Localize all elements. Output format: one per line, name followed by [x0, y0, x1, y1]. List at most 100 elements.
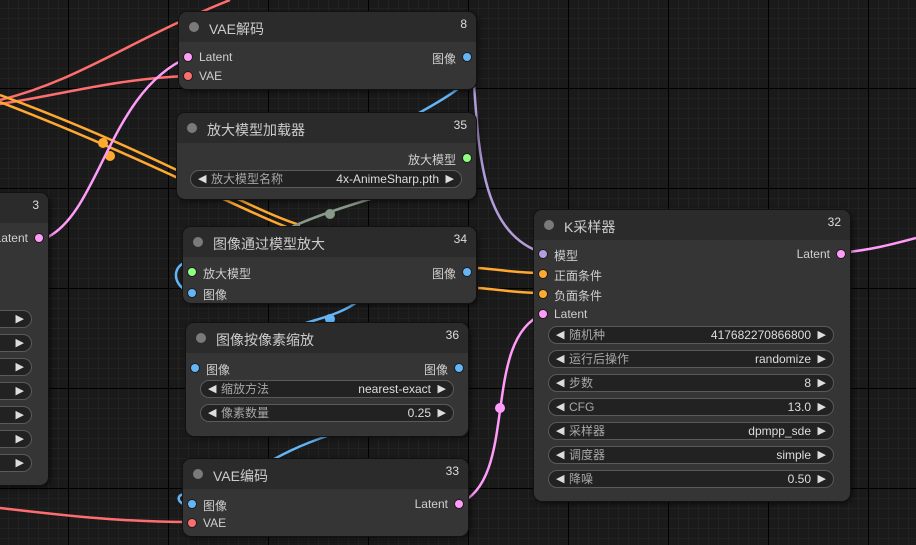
input-image[interactable]: 图像: [188, 286, 227, 303]
arrow-left-icon[interactable]: ◀: [556, 424, 564, 439]
widget-seed[interactable]: ◀ 随机种 417682270866800 ▶: [548, 326, 834, 344]
collapse-dot-icon[interactable]: [193, 237, 203, 247]
input-label: 正面条件: [554, 269, 603, 283]
input-latent[interactable]: Latent: [539, 307, 587, 321]
widget-stub-1[interactable]: ▶: [0, 310, 32, 328]
arrow-left-icon[interactable]: ◀: [556, 400, 564, 415]
collapse-dot-icon[interactable]: [189, 22, 199, 32]
output-latent[interactable]: Latent: [797, 247, 845, 261]
output-image[interactable]: 图像: [424, 361, 463, 378]
widget-steps[interactable]: ◀ 步数 8 ▶: [548, 374, 834, 392]
arrow-left-icon[interactable]: ◀: [198, 172, 206, 187]
widget-cfg[interactable]: ◀ CFG 13.0 ▶: [548, 398, 834, 416]
collapse-dot-icon[interactable]: [196, 333, 206, 343]
output-label: 图像: [423, 363, 448, 377]
arrow-right-icon[interactable]: ▶: [16, 384, 24, 399]
arrow-left-icon[interactable]: ◀: [556, 448, 564, 463]
input-image[interactable]: 图像: [191, 361, 230, 378]
arrow-left-icon[interactable]: ◀: [208, 382, 216, 397]
node-vae-decode[interactable]: VAE解码 8 Latent VAE 图像: [179, 12, 476, 89]
input-upscale-model[interactable]: 放大模型: [188, 265, 251, 282]
image-dot-icon[interactable]: [463, 268, 471, 276]
input-negative[interactable]: 负面条件: [539, 287, 602, 304]
arrow-left-icon[interactable]: ◀: [556, 376, 564, 391]
arrow-right-icon[interactable]: ▶: [16, 408, 24, 423]
arrow-right-icon[interactable]: ▶: [818, 424, 826, 439]
model-dot-icon[interactable]: [539, 250, 547, 258]
widget-stub-7[interactable]: ▶: [0, 454, 32, 472]
input-image[interactable]: 图像: [188, 497, 227, 514]
widget-label: 缩放方法: [221, 382, 270, 396]
widget-stub-2[interactable]: ▶: [0, 334, 32, 352]
input-positive[interactable]: 正面条件: [539, 267, 602, 284]
arrow-left-icon[interactable]: ◀: [556, 472, 564, 487]
widget-stub-3[interactable]: ▶: [0, 358, 32, 376]
output-latent[interactable]: Latent: [415, 497, 463, 511]
latent-dot-icon[interactable]: [455, 500, 463, 508]
output-label: Latent: [0, 231, 28, 245]
input-vae[interactable]: VAE: [188, 516, 226, 530]
link-upscale-model: [289, 194, 381, 230]
widget-stub-5[interactable]: ▶: [0, 406, 32, 424]
collapse-dot-icon[interactable]: [544, 220, 554, 230]
latent-dot-icon[interactable]: [184, 53, 192, 61]
partial-node-3[interactable]: 3 Latent ▶ ▶ ▶ ▶ ▶ ▶ ▶: [0, 193, 48, 485]
widget-scheduler[interactable]: ◀ 调度器 simple ▶: [548, 446, 834, 464]
upscale-model-dot-icon[interactable]: [188, 268, 196, 276]
arrow-right-icon[interactable]: ▶: [818, 448, 826, 463]
arrow-left-icon[interactable]: ◀: [556, 352, 564, 367]
input-latent[interactable]: Latent: [184, 50, 232, 64]
vae-dot-icon[interactable]: [184, 72, 192, 80]
widget-upscale-model-name[interactable]: ◀ 放大模型名称 4x-AnimeSharp.pth ▶: [190, 170, 462, 188]
arrow-right-icon[interactable]: ▶: [438, 406, 446, 421]
arrow-right-icon[interactable]: ▶: [438, 382, 446, 397]
node-upscale-model-loader[interactable]: 放大模型加载器 35 放大模型 ◀ 放大模型名称 4x-AnimeSharp.p…: [177, 113, 476, 199]
arrow-right-icon[interactable]: ▶: [16, 336, 24, 351]
arrow-right-icon[interactable]: ▶: [818, 328, 826, 343]
input-vae[interactable]: VAE: [184, 69, 222, 83]
widget-control-after-generate[interactable]: ◀ 运行后操作 randomize ▶: [548, 350, 834, 368]
image-dot-icon[interactable]: [188, 289, 196, 297]
arrow-right-icon[interactable]: ▶: [16, 432, 24, 447]
image-dot-icon[interactable]: [191, 364, 199, 372]
conditioning-dot-icon[interactable]: [539, 270, 547, 278]
latent-dot-icon[interactable]: [35, 234, 43, 242]
arrow-right-icon[interactable]: ▶: [818, 352, 826, 367]
output-image[interactable]: 图像: [432, 50, 471, 67]
arrow-right-icon[interactable]: ▶: [818, 472, 826, 487]
image-dot-icon[interactable]: [188, 500, 196, 508]
widget-scale-by[interactable]: ◀ 像素数量 0.25 ▶: [200, 404, 454, 422]
node-title: VAE编码: [213, 468, 268, 484]
widget-denoise[interactable]: ◀ 降噪 0.50 ▶: [548, 470, 834, 488]
vae-dot-icon[interactable]: [188, 519, 196, 527]
widget-sampler[interactable]: ◀ 采样器 dpmpp_sde ▶: [548, 422, 834, 440]
conditioning-dot-icon[interactable]: [539, 290, 547, 298]
image-dot-icon[interactable]: [455, 364, 463, 372]
output-upscale-model[interactable]: 放大模型: [408, 151, 471, 168]
arrow-right-icon[interactable]: ▶: [446, 172, 454, 187]
arrow-right-icon[interactable]: ▶: [16, 456, 24, 471]
input-model[interactable]: 模型: [539, 247, 578, 264]
node-image-upscale-with-model[interactable]: 图像通过模型放大 34 放大模型 图像 图像: [183, 227, 476, 303]
arrow-right-icon[interactable]: ▶: [818, 376, 826, 391]
collapse-dot-icon[interactable]: [187, 123, 197, 133]
upscale-model-dot-icon[interactable]: [463, 154, 471, 162]
collapse-dot-icon[interactable]: [193, 469, 203, 479]
node-title: 放大模型加载器: [207, 122, 305, 138]
output-latent[interactable]: Latent: [0, 231, 43, 245]
node-ksampler[interactable]: K采样器 32 模型 正面条件 负面条件 Latent Latent ◀ 随机种…: [534, 210, 850, 501]
widget-upscale-method[interactable]: ◀ 缩放方法 nearest-exact ▶: [200, 380, 454, 398]
widget-stub-6[interactable]: ▶: [0, 430, 32, 448]
node-vae-encode[interactable]: VAE编码 33 图像 VAE Latent: [183, 459, 468, 536]
latent-dot-icon[interactable]: [837, 250, 845, 258]
widget-stub-4[interactable]: ▶: [0, 382, 32, 400]
latent-dot-icon[interactable]: [539, 310, 547, 318]
arrow-right-icon[interactable]: ▶: [818, 400, 826, 415]
arrow-left-icon[interactable]: ◀: [208, 406, 216, 421]
arrow-right-icon[interactable]: ▶: [16, 360, 24, 375]
node-image-scale-by[interactable]: 图像按像素缩放 36 图像 图像 ◀ 缩放方法 nearest-exact ▶ …: [186, 323, 468, 436]
output-image[interactable]: 图像: [432, 265, 471, 282]
arrow-left-icon[interactable]: ◀: [556, 328, 564, 343]
image-dot-icon[interactable]: [463, 53, 471, 61]
arrow-right-icon[interactable]: ▶: [16, 312, 24, 327]
